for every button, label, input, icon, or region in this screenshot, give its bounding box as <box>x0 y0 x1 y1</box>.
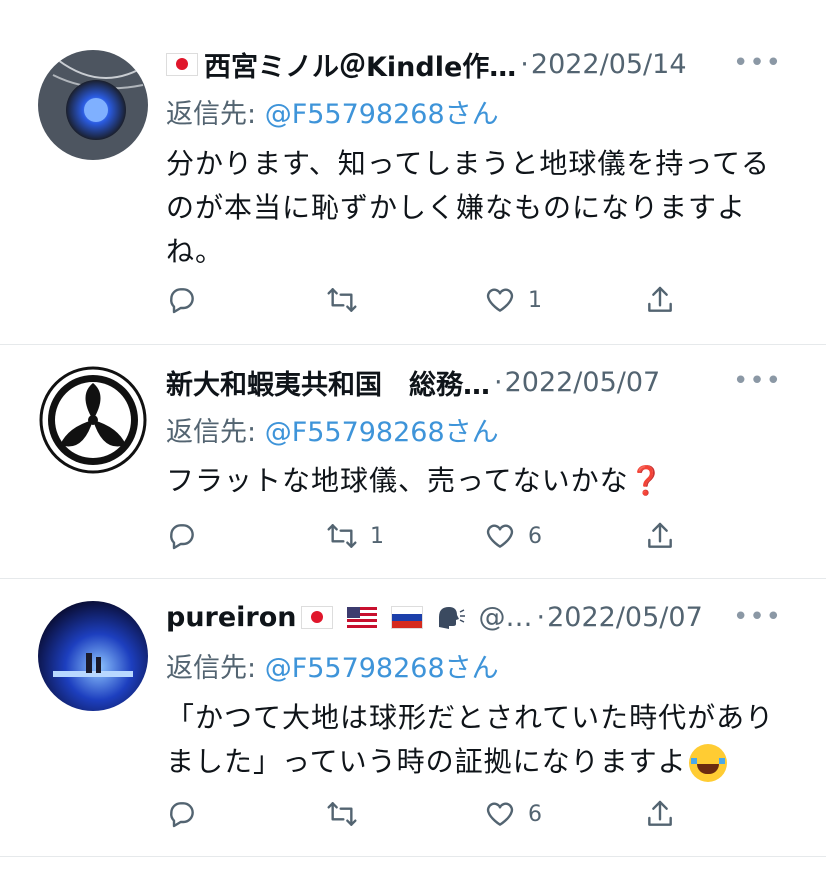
retweet-icon <box>327 524 357 548</box>
reply-prefix: 返信先: <box>166 99 265 130</box>
like-button[interactable]: 6 <box>484 794 542 834</box>
retweet-button[interactable]: 1 <box>326 516 384 556</box>
heart-icon <box>486 524 514 548</box>
avatar[interactable] <box>38 50 148 160</box>
share-button[interactable] <box>644 794 676 834</box>
us-flag-icon <box>346 606 377 628</box>
share-icon <box>648 522 672 548</box>
separator: · <box>536 601 546 633</box>
tweet-actions: 1 6 <box>166 516 726 556</box>
tweet-text: フラットな地球儀、売ってないかな❓ <box>166 459 786 503</box>
tweet-header: 西宮ミノル＠Kindle作… · 2022/05/14 <box>166 44 687 84</box>
display-name[interactable]: 西宮ミノル＠Kindle作… <box>204 45 516 84</box>
tweet[interactable]: pureiron @… · 2022/05/07 ••• 返信先: @F5579… <box>0 579 826 855</box>
tweet[interactable]: 西宮ミノル＠Kindle作… · 2022/05/14 ••• 返信先: @F5… <box>0 0 826 344</box>
reply-icon <box>170 524 194 550</box>
divider <box>0 856 826 857</box>
reply-context: 返信先: @F55798268さん <box>166 92 499 131</box>
heart-icon <box>486 802 514 826</box>
display-name[interactable]: pureiron <box>166 602 297 633</box>
japan-flag-icon <box>300 605 333 629</box>
retweet-button[interactable] <box>326 794 370 834</box>
tweet-date[interactable]: 2022/05/07 <box>505 367 661 398</box>
question-emoji-icon: ❓ <box>628 464 665 497</box>
tweet-text: 分かります、知ってしまうと地球儀を持ってるのが本当に恥ずかしく嫌なものになります… <box>166 147 770 268</box>
separator: · <box>494 366 503 398</box>
heart-icon <box>486 288 514 312</box>
reply-icon <box>170 288 194 314</box>
retweet-icon <box>327 288 357 312</box>
retweet-count: 1 <box>370 523 384 549</box>
reply-suffix: さん <box>444 99 499 130</box>
share-button[interactable] <box>644 516 676 556</box>
laughing-crying-emoji-icon <box>688 744 727 782</box>
separator: · <box>520 48 529 80</box>
tweet-actions: 1 <box>166 280 726 320</box>
reply-mention[interactable]: @F55798268 <box>265 653 445 684</box>
handle[interactable]: @… <box>479 602 533 633</box>
japan-flag-icon <box>166 52 198 76</box>
tweet[interactable]: 新大和蝦夷共和国 総務… · 2022/05/07 ••• 返信先: @F557… <box>0 345 826 578</box>
tweet-date[interactable]: 2022/05/07 <box>547 602 703 633</box>
more-options-icon[interactable]: ••• <box>733 602 782 632</box>
tweet-actions: 6 <box>166 794 726 834</box>
avatar[interactable] <box>38 365 148 475</box>
reply-suffix: さん <box>444 653 499 684</box>
like-count: 6 <box>528 523 542 549</box>
reply-mention[interactable]: @F55798268 <box>265 99 445 130</box>
retweet-button[interactable] <box>326 280 370 320</box>
tweet-date[interactable]: 2022/05/14 <box>531 49 687 80</box>
tweet-text: 「かつて大地は球形だとされていた時代がありました」っていう時の証拠になりますよ <box>166 696 786 784</box>
reply-button[interactable] <box>166 280 210 320</box>
reply-prefix: 返信先: <box>166 653 265 684</box>
reply-suffix: さん <box>444 417 499 448</box>
reply-context: 返信先: @F55798268さん <box>166 410 499 449</box>
reply-button[interactable] <box>166 516 210 556</box>
tweet-header: 新大和蝦夷共和国 総務… · 2022/05/07 <box>166 362 660 402</box>
share-icon <box>648 286 672 312</box>
like-count: 1 <box>528 287 542 313</box>
tweet-text-body: 「かつて大地は球形だとされていた時代がありました」っていう時の証拠になりますよ <box>166 701 775 778</box>
tweet-text-body: フラットな地球儀、売ってないかな <box>166 464 629 497</box>
like-count: 6 <box>528 801 542 827</box>
share-icon <box>648 800 672 826</box>
reply-button[interactable] <box>166 794 210 834</box>
tweet-header: pureiron @… · 2022/05/07 <box>166 597 703 637</box>
retweet-icon <box>327 802 357 826</box>
display-name[interactable]: 新大和蝦夷共和国 総務… <box>166 363 490 402</box>
reply-mention[interactable]: @F55798268 <box>265 417 445 448</box>
reply-context: 返信先: @F55798268さん <box>166 646 499 685</box>
russia-flag-icon <box>390 605 423 629</box>
like-button[interactable]: 1 <box>484 280 542 320</box>
like-button[interactable]: 6 <box>484 516 542 556</box>
speaking-head-icon <box>438 607 465 629</box>
avatar[interactable] <box>38 601 148 711</box>
more-options-icon[interactable]: ••• <box>733 48 782 78</box>
reply-prefix: 返信先: <box>166 417 265 448</box>
more-options-icon[interactable]: ••• <box>733 366 782 396</box>
reply-icon <box>170 802 194 828</box>
share-button[interactable] <box>644 280 676 320</box>
